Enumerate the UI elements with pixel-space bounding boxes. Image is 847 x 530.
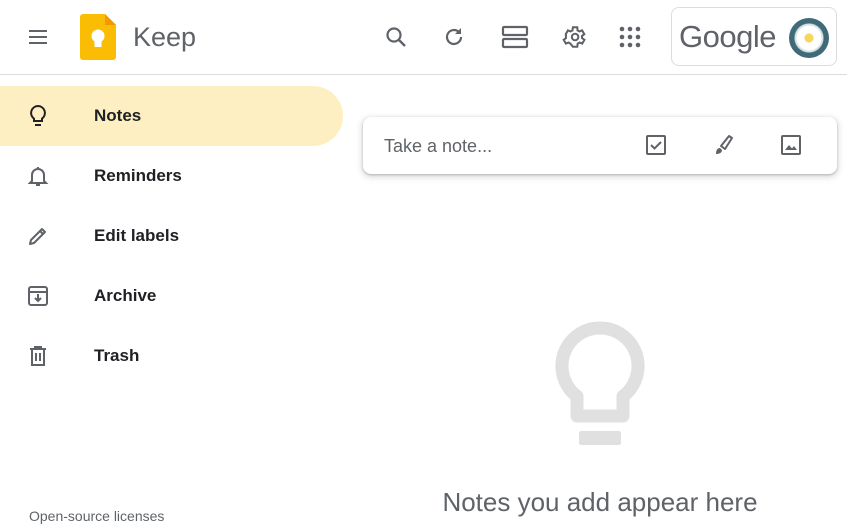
settings-button[interactable] bbox=[550, 13, 598, 61]
sidebar-item-trash[interactable]: Trash bbox=[0, 326, 343, 386]
new-drawing-icon bbox=[712, 133, 736, 157]
new-list-button[interactable] bbox=[633, 122, 679, 168]
lightbulb-icon bbox=[26, 104, 50, 128]
refresh-icon bbox=[442, 25, 466, 49]
sidebar-item-label: Edit labels bbox=[94, 226, 180, 245]
take-note-input[interactable]: Take a note... bbox=[384, 135, 492, 157]
sidebar-item-label: Notes bbox=[94, 106, 142, 125]
menu-icon bbox=[26, 25, 50, 49]
pencil-icon bbox=[26, 224, 50, 248]
bell-icon bbox=[26, 164, 50, 188]
app-title[interactable]: Keep bbox=[133, 20, 196, 54]
list-view-button[interactable] bbox=[491, 13, 539, 61]
refresh-button[interactable] bbox=[430, 13, 478, 61]
main-menu-button[interactable] bbox=[14, 13, 62, 61]
sidebar-item-edit-labels[interactable]: Edit labels bbox=[0, 206, 343, 266]
new-drawing-button[interactable] bbox=[701, 122, 747, 168]
new-list-icon bbox=[644, 133, 668, 157]
sidebar-item-notes[interactable]: Notes bbox=[0, 86, 343, 146]
trash-icon bbox=[26, 344, 50, 368]
top-bar: Keep Google bbox=[0, 0, 847, 75]
open-source-licenses-link[interactable]: Open-source licenses bbox=[29, 508, 164, 524]
sidebar-item-label: Trash bbox=[94, 346, 140, 365]
sidebar: Notes Reminders Edit labels Archive Tras… bbox=[0, 76, 350, 530]
archive-icon bbox=[26, 284, 50, 308]
settings-icon bbox=[561, 24, 587, 50]
empty-state-message: Notes you add appear here bbox=[442, 487, 758, 517]
new-image-button[interactable] bbox=[768, 122, 814, 168]
sidebar-item-label: Reminders bbox=[94, 166, 182, 185]
sidebar-item-archive[interactable]: Archive bbox=[0, 266, 343, 326]
avatar[interactable] bbox=[789, 18, 829, 58]
apps-button[interactable] bbox=[606, 13, 654, 61]
new-image-icon bbox=[779, 133, 803, 157]
apps-icon bbox=[619, 26, 641, 48]
list-view-icon bbox=[501, 25, 529, 49]
account-button[interactable]: Google bbox=[671, 7, 837, 66]
sidebar-item-reminders[interactable]: Reminders bbox=[0, 146, 343, 206]
search-button[interactable] bbox=[372, 13, 420, 61]
google-brand-text: Google bbox=[679, 19, 776, 54]
empty-lightbulb-icon bbox=[552, 318, 648, 448]
sidebar-item-label: Archive bbox=[94, 286, 157, 305]
keep-logo-icon[interactable] bbox=[80, 14, 116, 60]
search-icon bbox=[384, 25, 408, 49]
take-note-bar[interactable]: Take a note... bbox=[363, 117, 837, 174]
